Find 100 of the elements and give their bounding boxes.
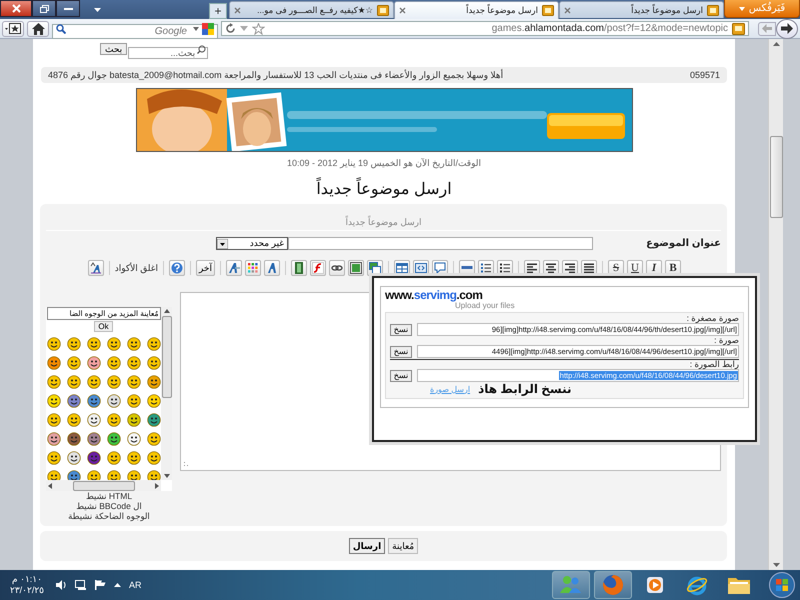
- close-codes-link[interactable]: اغلق الأكواد: [114, 262, 158, 274]
- flag-icon[interactable]: [95, 580, 106, 590]
- search-field[interactable]: Google: [52, 24, 218, 39]
- smiley-icon[interactable]: [126, 470, 140, 480]
- close-icon[interactable]: [564, 6, 571, 14]
- minimize-button[interactable]: [56, 0, 80, 17]
- smiley-icon[interactable]: [126, 413, 140, 427]
- smiley-icon[interactable]: [66, 356, 80, 370]
- smiley-icon[interactable]: [126, 394, 140, 408]
- smiley-icon[interactable]: [66, 375, 80, 389]
- copy-button[interactable]: نسخ: [390, 370, 412, 382]
- ok-button[interactable]: Ok: [94, 321, 113, 332]
- help-button[interactable]: [168, 260, 185, 276]
- smiley-icon[interactable]: [46, 394, 60, 408]
- toolbar-button[interactable]: [348, 260, 364, 276]
- toolbar-button[interactable]: [291, 260, 307, 276]
- new-tab-button[interactable]: +: [209, 3, 227, 19]
- smiley-icon[interactable]: [146, 470, 160, 480]
- smiley-icon[interactable]: [106, 451, 120, 465]
- smiley-icon[interactable]: [66, 394, 80, 408]
- smiley-icon[interactable]: [66, 432, 80, 446]
- smiley-icon[interactable]: [146, 413, 160, 427]
- start-button[interactable]: [766, 570, 798, 600]
- network-icon[interactable]: [75, 580, 88, 590]
- smiley-icon[interactable]: [106, 394, 120, 408]
- toolbar-button[interactable]: [226, 260, 242, 276]
- up-arrow-icon[interactable]: [114, 583, 122, 587]
- smiley-icon[interactable]: [66, 470, 80, 480]
- smiley-icon[interactable]: [106, 356, 120, 370]
- smiley-icon[interactable]: [126, 375, 140, 389]
- smiley-icon[interactable]: [106, 337, 120, 351]
- smiley-icon[interactable]: [146, 451, 160, 465]
- smiley-icon[interactable]: [46, 451, 60, 465]
- smiley-icon[interactable]: [106, 432, 120, 446]
- scrollbar[interactable]: [46, 480, 161, 491]
- smiley-icon[interactable]: [46, 432, 60, 446]
- smiley-icon[interactable]: [86, 413, 100, 427]
- smiley-icon[interactable]: [146, 394, 160, 408]
- smiley-icon[interactable]: [46, 375, 60, 389]
- smiley-icon[interactable]: [126, 432, 140, 446]
- smiley-icon[interactable]: [86, 356, 100, 370]
- clock-time: ٠١:١٠ م: [12, 574, 42, 585]
- close-icon[interactable]: [234, 6, 241, 14]
- right-arrow-icon: [155, 482, 159, 488]
- smiley-icon[interactable]: [146, 356, 160, 370]
- form-button[interactable]: ارسال: [348, 538, 386, 554]
- scroll-thumb[interactable]: [770, 136, 782, 218]
- smiley-icon[interactable]: [86, 470, 100, 480]
- search-button[interactable]: بحث: [100, 43, 128, 55]
- smiley-icon[interactable]: [66, 451, 80, 465]
- restore-button[interactable]: [32, 0, 56, 17]
- smiley-icon[interactable]: [146, 375, 160, 389]
- smiley-icon[interactable]: [126, 451, 140, 465]
- smiley-icon[interactable]: [126, 356, 140, 370]
- smiley-icon[interactable]: [106, 375, 120, 389]
- copy-button[interactable]: نسخ: [390, 324, 412, 336]
- close-button[interactable]: [0, 0, 32, 17]
- browser-tab[interactable]: ارسل موضوعاً جديداً: [559, 1, 724, 18]
- address-bar[interactable]: games.ahlamontada.com/post?f=12&mode=newtopic: [221, 21, 749, 36]
- smiley-icon[interactable]: [146, 432, 160, 446]
- smiley-icon[interactable]: [66, 413, 80, 427]
- toolbar-button[interactable]: [329, 260, 345, 276]
- reload-icon[interactable]: [225, 23, 236, 34]
- dropdown-icon[interactable]: [94, 8, 101, 12]
- scroll-thumb[interactable]: [72, 480, 134, 490]
- smiley-icon[interactable]: [126, 337, 140, 351]
- browser-tab[interactable]: ارسل موضوعاً جديداً: [394, 1, 559, 19]
- search-field[interactable]: بحث...: [128, 47, 208, 59]
- smiley-icon[interactable]: [46, 337, 60, 351]
- subject-field[interactable]: [288, 237, 593, 250]
- clock[interactable]: ٠١:١٠ م ٢٣/٠٢/٢٥: [10, 574, 44, 596]
- smiley-icon[interactable]: [106, 470, 120, 480]
- font-size-button[interactable]: [88, 260, 104, 276]
- speaker-icon[interactable]: [56, 580, 68, 590]
- page-scrollbar[interactable]: [768, 39, 783, 570]
- form-button[interactable]: مُعاينة: [388, 538, 418, 554]
- smiley-icon[interactable]: [106, 413, 120, 427]
- smiley-icon[interactable]: [86, 451, 100, 465]
- smiley-icon[interactable]: [146, 337, 160, 351]
- smiley-icon[interactable]: [86, 394, 100, 408]
- copy-button[interactable]: نسخ: [390, 346, 412, 358]
- category-select[interactable]: غير محدد: [216, 237, 288, 250]
- bookmark-star-icon[interactable]: [252, 22, 265, 34]
- smiley-icon[interactable]: [46, 413, 60, 427]
- smiley-icon[interactable]: [86, 375, 100, 389]
- smiley-icon[interactable]: [66, 337, 80, 351]
- back-button[interactable]: [776, 18, 798, 38]
- other-button[interactable]: آخر: [196, 260, 215, 276]
- smiley-icon[interactable]: [86, 432, 100, 446]
- bookmark-star-icon: [5, 23, 21, 34]
- scroll-thumb[interactable]: [162, 316, 172, 398]
- smiley-icon[interactable]: [46, 470, 60, 480]
- home-button[interactable]: [27, 20, 49, 36]
- smiley-icon[interactable]: [46, 356, 60, 370]
- smiley-icon[interactable]: [86, 337, 100, 351]
- close-icon[interactable]: [399, 7, 406, 14]
- browser-tab[interactable]: ☆★كيفيه رفــع الصـــور فى مو...: [229, 1, 394, 18]
- language-indicator[interactable]: AR: [129, 580, 142, 590]
- bookmarks-button[interactable]: [2, 20, 24, 36]
- toolbar-button[interactable]: [264, 260, 280, 276]
